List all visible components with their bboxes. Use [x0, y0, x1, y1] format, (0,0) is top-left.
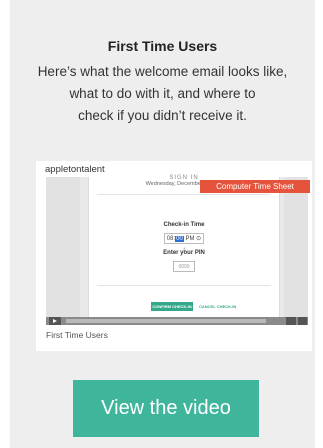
checkin-time-label: Check-in Time [163, 222, 205, 228]
time-selected-minutes: 00 [175, 236, 184, 242]
video-frame[interactable]: SIGN IN Wednesday, December 9, 2015 Chec… [46, 175, 308, 317]
checkin-dialog: SIGN IN Wednesday, December 9, 2015 Chec… [88, 175, 280, 317]
video-caption: First Time Users [46, 330, 108, 340]
play-icon[interactable] [49, 317, 61, 325]
divider [97, 194, 271, 195]
checkin-time-field: 08:00 PM ⊙ ↕ [164, 233, 204, 253]
video-brand-label: appletontalent [45, 164, 105, 175]
video-controls [46, 317, 308, 325]
cancel-checkin-link: CANCEL CHECK-IN [199, 304, 237, 309]
pin-field: 0000 [173, 261, 195, 272]
frame-side-right [284, 177, 308, 317]
divider [97, 285, 271, 286]
confirm-checkin-button: CONFIRM CHECK-IN [151, 302, 193, 311]
description-line: check if you didn’t receive it. [78, 108, 247, 123]
time-hour: 08: [166, 236, 176, 242]
video-thumbnail[interactable]: appletontalent SIGN IN Wednesday, Decemb… [36, 161, 312, 351]
frame-side-left [46, 177, 80, 317]
view-video-button[interactable]: View the video [73, 380, 259, 437]
pin-label: Enter your PIN [163, 250, 205, 256]
description-line: what to do with it, and where to [69, 86, 256, 101]
progress-bar[interactable] [66, 319, 266, 323]
description-line: Here’s what the welcome email looks like… [37, 64, 288, 79]
volume-icon[interactable] [286, 317, 296, 325]
card-description: Here’s what the welcome email looks like… [10, 61, 315, 127]
video-overlay-title: Computer Time Sheet [200, 180, 310, 193]
card-title: First Time Users [107, 38, 218, 54]
fullscreen-icon[interactable] [298, 317, 307, 325]
